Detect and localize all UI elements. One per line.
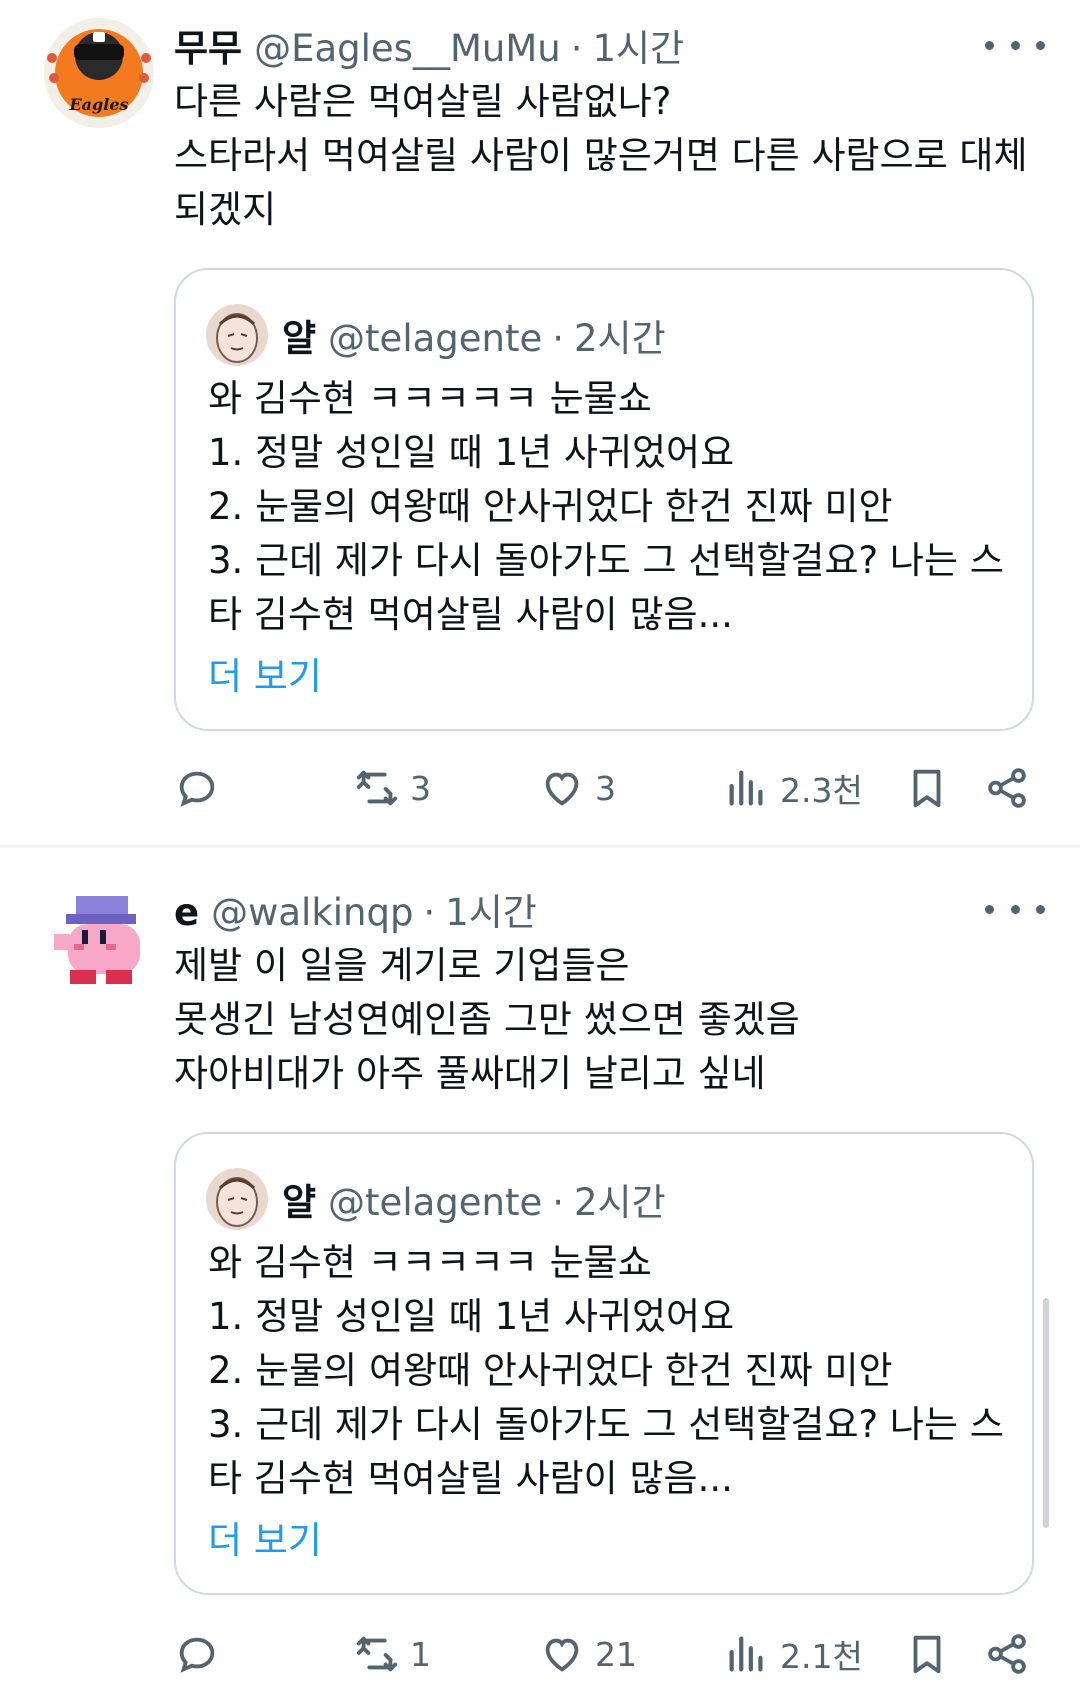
quoted-handle[interactable]: @telagente: [328, 1181, 542, 1224]
tweet-header: e @walkinqp · 1시간: [174, 882, 537, 934]
quoted-avatar[interactable]: [206, 304, 268, 366]
retweet-count: 3: [410, 768, 431, 808]
like-button[interactable]: 21: [539, 1624, 637, 1684]
timestamp[interactable]: 1시간: [445, 882, 537, 936]
quoted-header: 얄 @telagente · 2시간: [282, 308, 666, 362]
retweet-button[interactable]: 3: [354, 758, 431, 818]
like-icon: [545, 772, 579, 806]
reply-button[interactable]: [174, 758, 220, 818]
text-line: 3. 근데 제가 다시 돌아가도 그 선택할걸요? 나는 스: [208, 1403, 1004, 1446]
user-handle[interactable]: @Eagles__MuMu: [254, 27, 561, 70]
like-count: 21: [595, 1634, 637, 1674]
quoted-timestamp[interactable]: 2시간: [574, 308, 666, 362]
views-icon: [729, 1636, 763, 1672]
reply-icon: [179, 771, 215, 807]
quoted-header: 얄 @telagente · 2시간: [282, 1172, 666, 1226]
quoted-tweet[interactable]: 얄 @telagente · 2시간 와 김수현 ㅋㅋㅋㅋㅋ 눈물쇼 1. 정말…: [174, 268, 1034, 731]
bookmark-button[interactable]: [904, 1624, 950, 1684]
show-more-link[interactable]: 더 보기: [208, 1510, 322, 1564]
text-line: 제발 이 일을 계기로 기업들은: [174, 944, 630, 987]
quoted-text: 와 김수현 ㅋㅋㅋㅋㅋ 눈물쇼 1. 정말 성인일 때 1년 사귀었어요 2. …: [208, 372, 1008, 642]
text-line: 3. 근데 제가 다시 돌아가도 그 선택할걸요? 나는 스: [208, 539, 1004, 582]
svg-text:Eagles: Eagles: [68, 95, 128, 114]
share-icon: [988, 1634, 1026, 1674]
separator: ·: [552, 1181, 565, 1224]
reply-button[interactable]: [174, 1624, 220, 1684]
user-handle[interactable]: @walkinqp: [211, 891, 413, 934]
views-icon: [729, 770, 763, 806]
tweet-divider: [0, 845, 1080, 848]
text-line: 와 김수현 ㅋㅋㅋㅋㅋ 눈물쇼: [208, 1241, 652, 1284]
like-icon: [545, 1638, 579, 1672]
more-icon[interactable]: [985, 892, 1045, 926]
text-line: 되겠지: [174, 188, 277, 231]
tweet-text: 제발 이 일을 계기로 기업들은 못생긴 남성연예인좀 그만 썼으면 좋겠음 자…: [174, 939, 1034, 1101]
text-line: 스타라서 먹여살릴 사람이 많은거면 다른 사람으로 대체: [174, 134, 1028, 177]
share-button[interactable]: [984, 758, 1030, 818]
bookmark-button[interactable]: [904, 758, 950, 818]
text-line: 2. 눈물의 여왕때 안사귀었다 한건 진짜 미안: [208, 1349, 893, 1392]
timestamp[interactable]: 1시간: [592, 18, 684, 72]
views-button[interactable]: 2.1천: [724, 1624, 863, 1684]
scrollbar[interactable]: [1043, 1298, 1049, 1528]
more-icon[interactable]: [985, 28, 1045, 62]
views-count: 2.1천: [780, 1637, 863, 1676]
like-count: 3: [595, 768, 616, 808]
quoted-display-name[interactable]: 얄: [282, 1172, 316, 1226]
quoted-tweet[interactable]: 얄 @telagente · 2시간 와 김수현 ㅋㅋㅋㅋㅋ 눈물쇼 1. 정말…: [174, 1132, 1034, 1595]
views-button[interactable]: 2.3천: [724, 758, 863, 818]
tweet-actions: 3 3 2.3천: [174, 758, 1054, 818]
text-line: 못생긴 남성연예인좀 그만 썼으면 좋겠음: [174, 998, 800, 1041]
separator: ·: [552, 317, 565, 360]
tweet[interactable]: Eagles 무무 @Eagles__MuMu · 1시간 다른 사람은 먹여살…: [0, 0, 1080, 845]
quoted-handle[interactable]: @telagente: [328, 317, 542, 360]
separator: ·: [423, 891, 436, 934]
quoted-text: 와 김수현 ㅋㅋㅋㅋㅋ 눈물쇼 1. 정말 성인일 때 1년 사귀었어요 2. …: [208, 1236, 1008, 1506]
quoted-display-name[interactable]: 얄: [282, 308, 316, 362]
text-line: 1. 정말 성인일 때 1년 사귀었어요: [208, 1295, 735, 1338]
bookmark-icon: [913, 769, 941, 808]
bookmark-icon: [913, 1635, 941, 1674]
quoted-avatar[interactable]: [206, 1168, 268, 1230]
retweet-icon: [356, 1636, 398, 1672]
retweet-button[interactable]: 1: [354, 1624, 431, 1684]
separator: ·: [570, 27, 583, 70]
quoted-timestamp[interactable]: 2시간: [574, 1172, 666, 1226]
tweet[interactable]: e @walkinqp · 1시간 제발 이 일을 계기로 기업들은 못생긴 남…: [0, 862, 1080, 1685]
text-line: 와 김수현 ㅋㅋㅋㅋㅋ 눈물쇼: [208, 377, 652, 420]
display-name[interactable]: 무무: [174, 18, 242, 72]
tweet-actions: 1 21 2.1천: [174, 1624, 1054, 1684]
text-line: 타 김수현 먹여살릴 사람이 많음...: [208, 593, 733, 636]
reply-icon: [179, 1637, 215, 1673]
views-count: 2.3천: [780, 771, 863, 810]
show-more-link[interactable]: 더 보기: [208, 646, 322, 700]
text-line: 타 김수현 먹여살릴 사람이 많음...: [208, 1457, 733, 1500]
tweet-text: 다른 사람은 먹여살릴 사람없나? 스타라서 먹여살릴 사람이 많은거면 다른 …: [174, 75, 1034, 237]
tweet-header: 무무 @Eagles__MuMu · 1시간: [174, 18, 684, 70]
text-line: 2. 눈물의 여왕때 안사귀었다 한건 진짜 미안: [208, 485, 893, 528]
share-icon: [988, 768, 1026, 808]
display-name[interactable]: e: [174, 891, 199, 934]
share-button[interactable]: [984, 1624, 1030, 1684]
text-line: 1. 정말 성인일 때 1년 사귀었어요: [208, 431, 735, 474]
text-line: 자아비대가 아주 풀싸대기 날리고 싶네: [174, 1052, 766, 1095]
avatar[interactable]: [44, 884, 154, 994]
retweet-count: 1: [410, 1634, 431, 1674]
like-button[interactable]: 3: [539, 758, 616, 818]
retweet-icon: [356, 770, 398, 806]
avatar[interactable]: Eagles: [44, 18, 154, 128]
text-line: 다른 사람은 먹여살릴 사람없나?: [174, 80, 672, 123]
